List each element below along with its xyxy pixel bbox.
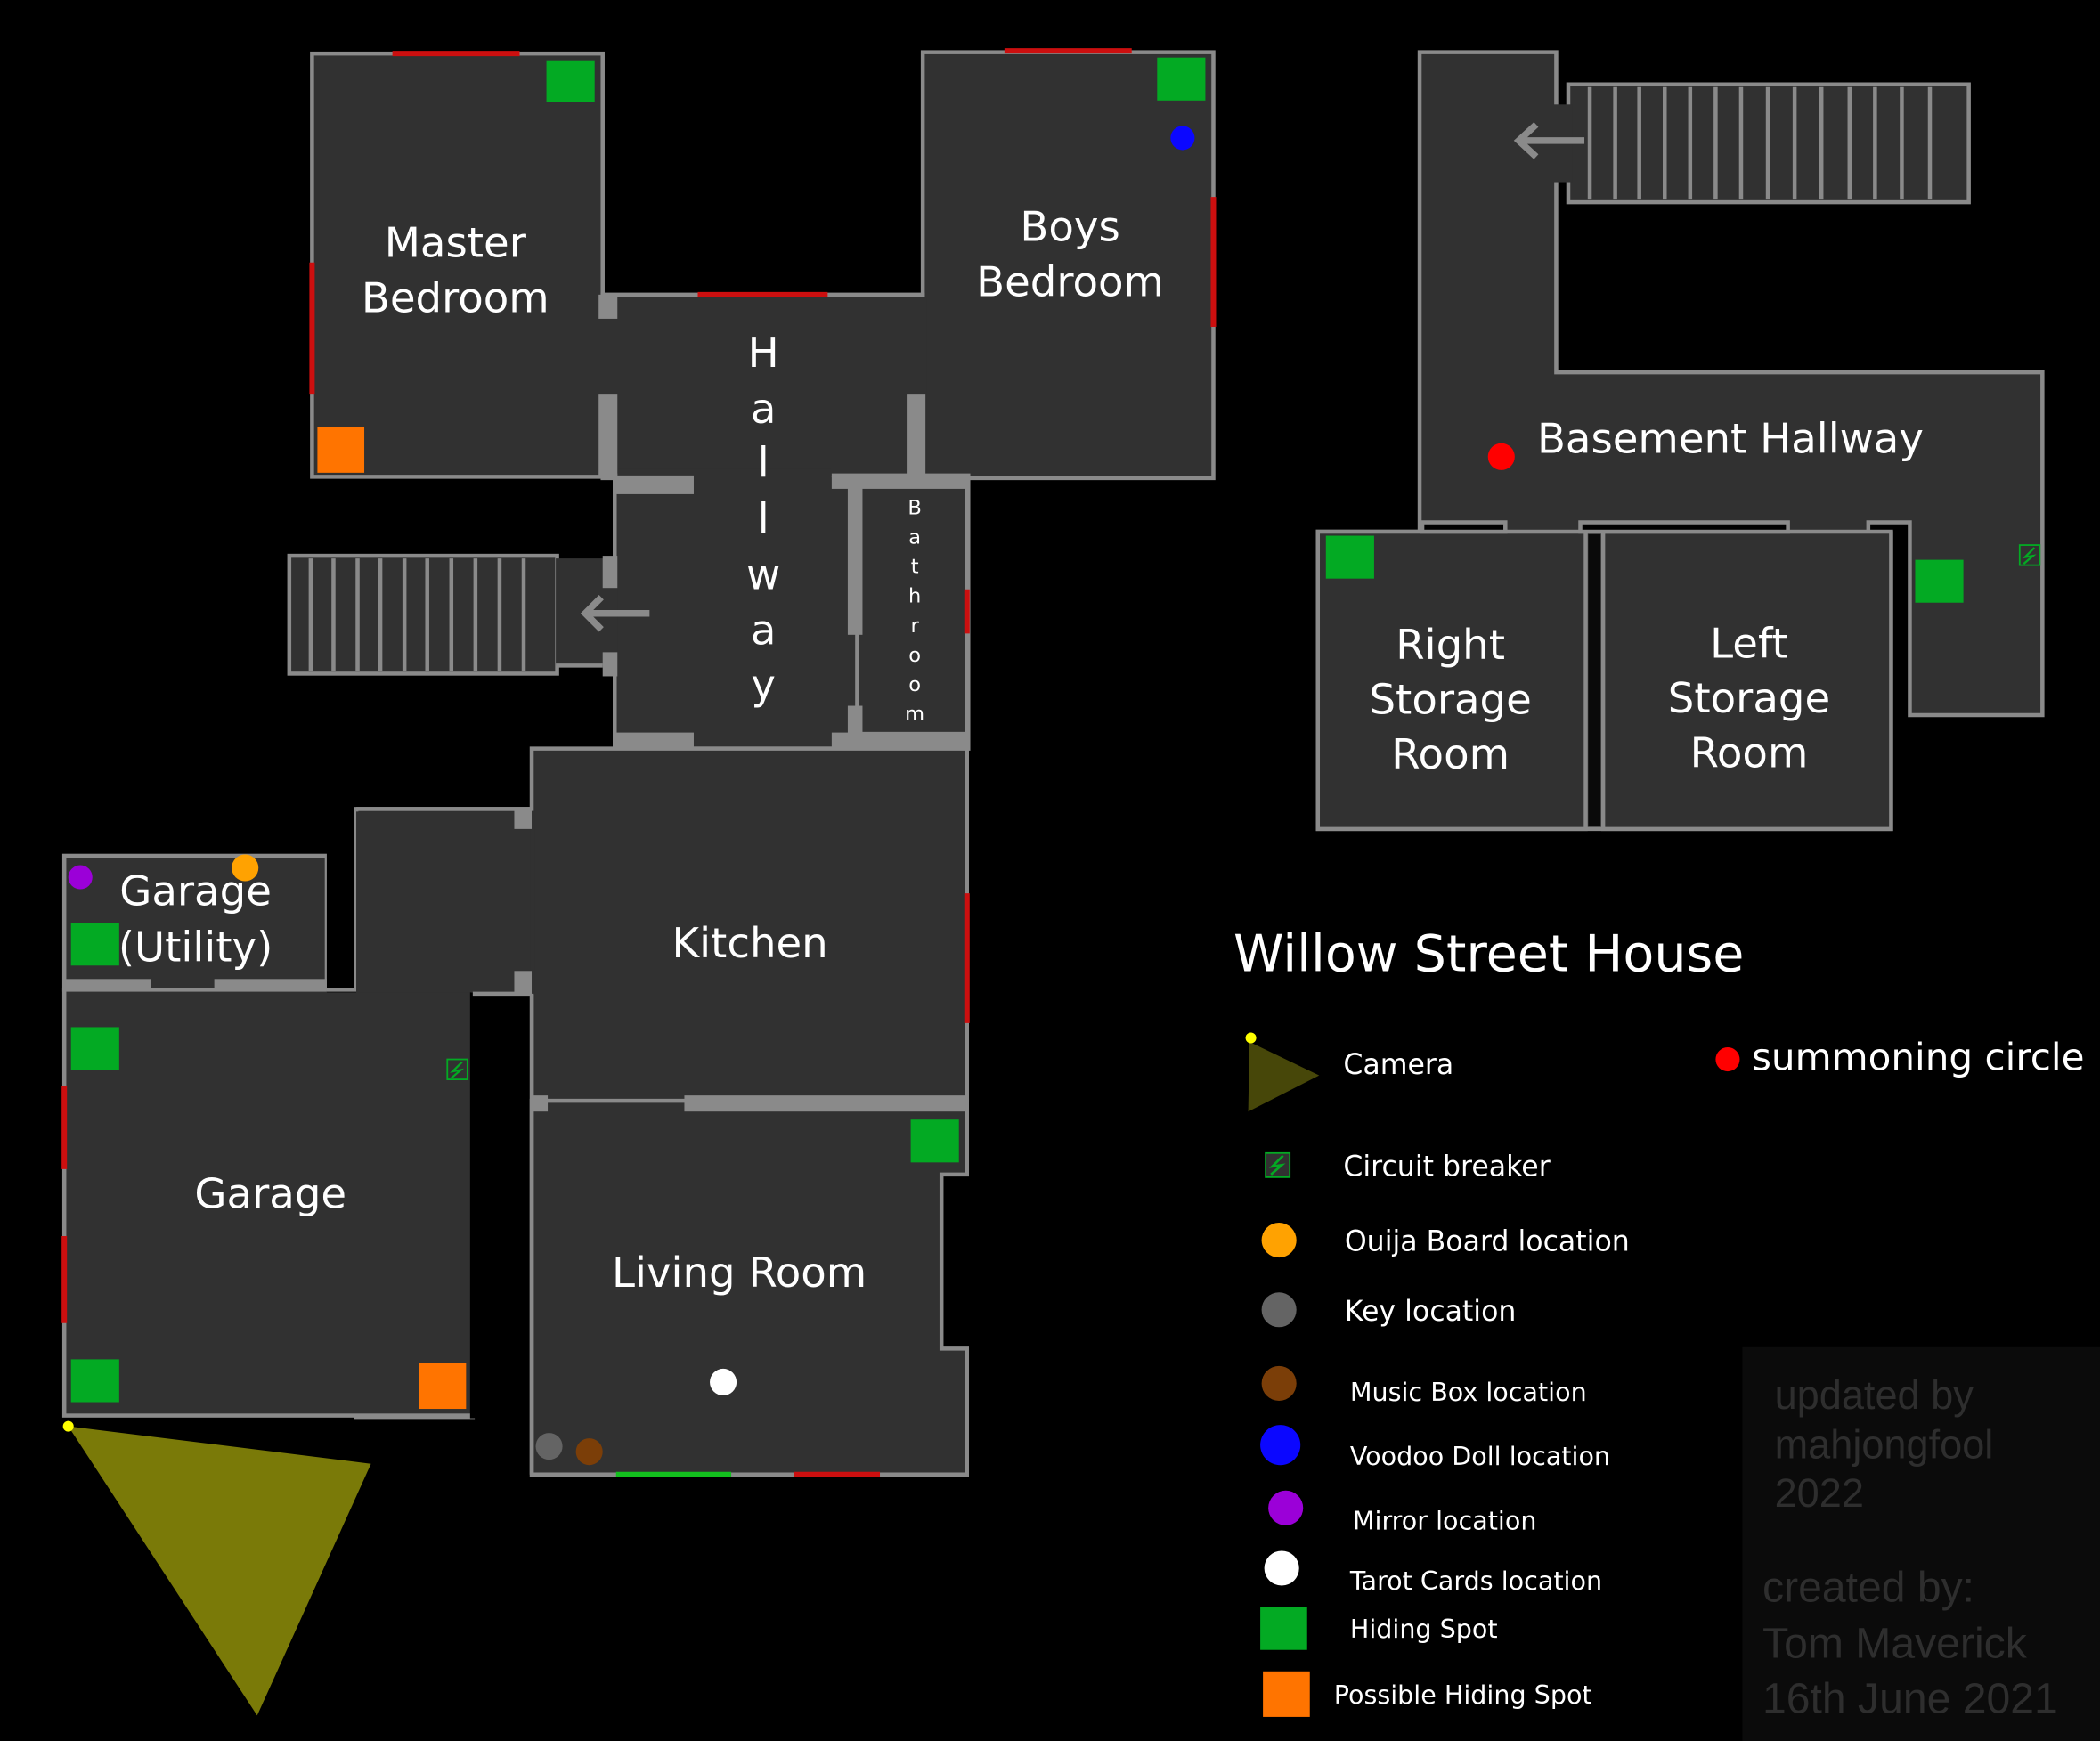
svg-text:o: o bbox=[908, 644, 921, 667]
circuit-breaker-icon bbox=[1265, 1151, 1291, 1178]
svg-text:H: H bbox=[748, 329, 779, 377]
label-right-storage-2: Storage bbox=[1369, 676, 1531, 724]
camera-icon bbox=[1248, 1041, 1320, 1112]
svg-text:a: a bbox=[751, 606, 777, 654]
label-boys-bedroom-2: Bedroom bbox=[976, 257, 1164, 305]
svg-text:a: a bbox=[751, 385, 777, 433]
legend-music-box: Music Box location bbox=[1350, 1377, 1587, 1407]
camera-dot-icon bbox=[1245, 1032, 1257, 1044]
camera-cone bbox=[68, 1426, 371, 1716]
legend-mirror: Mirror location bbox=[1353, 1505, 1537, 1535]
mirror-marker bbox=[68, 865, 93, 890]
circuit-breaker-icon bbox=[2018, 544, 2041, 566]
tarot-cards-marker bbox=[710, 1368, 737, 1395]
label-garage: Garage bbox=[194, 1169, 346, 1217]
floor-plan-map: Master Bedroom Boys Bedroom H a l l w a … bbox=[61, 48, 2100, 1741]
legend-possible-hiding-spot: Possible Hiding Spot bbox=[1334, 1680, 1592, 1710]
svg-text:l: l bbox=[758, 495, 769, 543]
label-garage-utility-2: (Utility) bbox=[118, 923, 273, 972]
label-right-storage-3: Room bbox=[1391, 730, 1510, 778]
circuit-breaker-icon bbox=[446, 1058, 468, 1080]
svg-text:t: t bbox=[911, 556, 919, 579]
svg-text:updated by: updated by bbox=[1775, 1372, 1974, 1418]
hiding-spot-marker bbox=[1915, 559, 1964, 603]
legend-ouija: Ouija Board location bbox=[1345, 1226, 1630, 1258]
svg-text:r: r bbox=[910, 614, 919, 638]
svg-text:16th June 2021: 16th June 2021 bbox=[1762, 1674, 2058, 1722]
music-box-marker bbox=[575, 1438, 603, 1466]
voodoo-doll-marker bbox=[1170, 126, 1195, 151]
hiding-spot-marker bbox=[70, 1027, 119, 1070]
svg-text:B: B bbox=[908, 496, 921, 519]
summoning-circle-icon bbox=[1715, 1047, 1740, 1072]
svg-text:o: o bbox=[908, 673, 921, 696]
svg-text:l: l bbox=[758, 438, 769, 486]
key-icon bbox=[1261, 1292, 1297, 1328]
legend-summoning-circle: summoning circle bbox=[1752, 1036, 2084, 1079]
legend-tarot: Tarot Cards location bbox=[1349, 1566, 1602, 1596]
room-bathroom bbox=[855, 483, 970, 736]
legend-voodoo: Voodoo Doll location bbox=[1350, 1441, 1610, 1471]
mirror-icon bbox=[1268, 1490, 1304, 1525]
summoning-circle-marker bbox=[1487, 443, 1515, 470]
key-marker bbox=[535, 1433, 563, 1460]
label-basement-hallway: Basement Hallway bbox=[1537, 414, 1924, 462]
voodoo-doll-icon bbox=[1260, 1425, 1301, 1466]
music-box-icon bbox=[1261, 1365, 1297, 1402]
gap-2 bbox=[469, 992, 533, 1419]
label-right-storage-1: Right bbox=[1396, 621, 1505, 669]
basement-wall bbox=[1420, 520, 1508, 534]
hiding-spot-icon bbox=[1260, 1607, 1307, 1650]
map-title: Willow Street House bbox=[1233, 924, 1744, 983]
possible-hiding-spot-marker bbox=[317, 427, 365, 473]
label-left-storage-1: Left bbox=[1710, 619, 1788, 667]
storage-divider bbox=[1588, 534, 1601, 826]
svg-text:a: a bbox=[908, 526, 921, 549]
svg-text:mahjongfool: mahjongfool bbox=[1775, 1422, 1994, 1468]
legend-circuit-breaker: Circuit breaker bbox=[1343, 1151, 1550, 1183]
svg-text:2022: 2022 bbox=[1775, 1470, 1864, 1516]
legend-camera: Camera bbox=[1343, 1049, 1453, 1081]
tarot-cards-icon bbox=[1264, 1550, 1299, 1586]
kitchen-west-fill bbox=[356, 811, 531, 993]
label-left-storage-2: Storage bbox=[1668, 674, 1830, 722]
legend-key: Key location bbox=[1345, 1296, 1517, 1328]
basement-wall bbox=[1578, 520, 1790, 534]
hiding-spot-marker bbox=[546, 60, 595, 102]
ouija-board-icon bbox=[1261, 1223, 1297, 1258]
possible-hiding-spot-marker bbox=[419, 1363, 467, 1410]
hiding-spot-marker bbox=[70, 1359, 119, 1403]
label-left-storage-3: Room bbox=[1690, 729, 1809, 777]
hiding-spot-marker bbox=[1157, 57, 1206, 101]
hallway-fill-2 bbox=[617, 468, 832, 746]
hiding-spot-marker bbox=[70, 923, 119, 966]
gap bbox=[326, 809, 357, 993]
svg-text:w: w bbox=[746, 551, 780, 599]
stairs-main bbox=[287, 553, 559, 676]
svg-text:Tom Maverick: Tom Maverick bbox=[1762, 1620, 2028, 1668]
label-garage-utility-1: Garage bbox=[119, 867, 272, 915]
possible-hiding-spot-icon bbox=[1263, 1671, 1310, 1717]
legend-hiding-spot: Hiding Spot bbox=[1350, 1614, 1498, 1644]
svg-text:created by:: created by: bbox=[1762, 1564, 1974, 1612]
label-living-room: Living Room bbox=[612, 1249, 867, 1297]
svg-text:y: y bbox=[751, 661, 776, 709]
label-master-bedroom-2: Bedroom bbox=[362, 273, 549, 321]
svg-text:h: h bbox=[908, 585, 921, 608]
label-kitchen: Kitchen bbox=[672, 919, 828, 967]
label-boys-bedroom-1: Boys bbox=[1020, 203, 1119, 251]
hiding-spot-marker bbox=[910, 1119, 959, 1163]
camera-marker bbox=[62, 1420, 74, 1432]
label-master-bedroom-1: Master bbox=[385, 219, 527, 267]
svg-text:m: m bbox=[905, 703, 924, 726]
hiding-spot-marker bbox=[1325, 535, 1374, 579]
